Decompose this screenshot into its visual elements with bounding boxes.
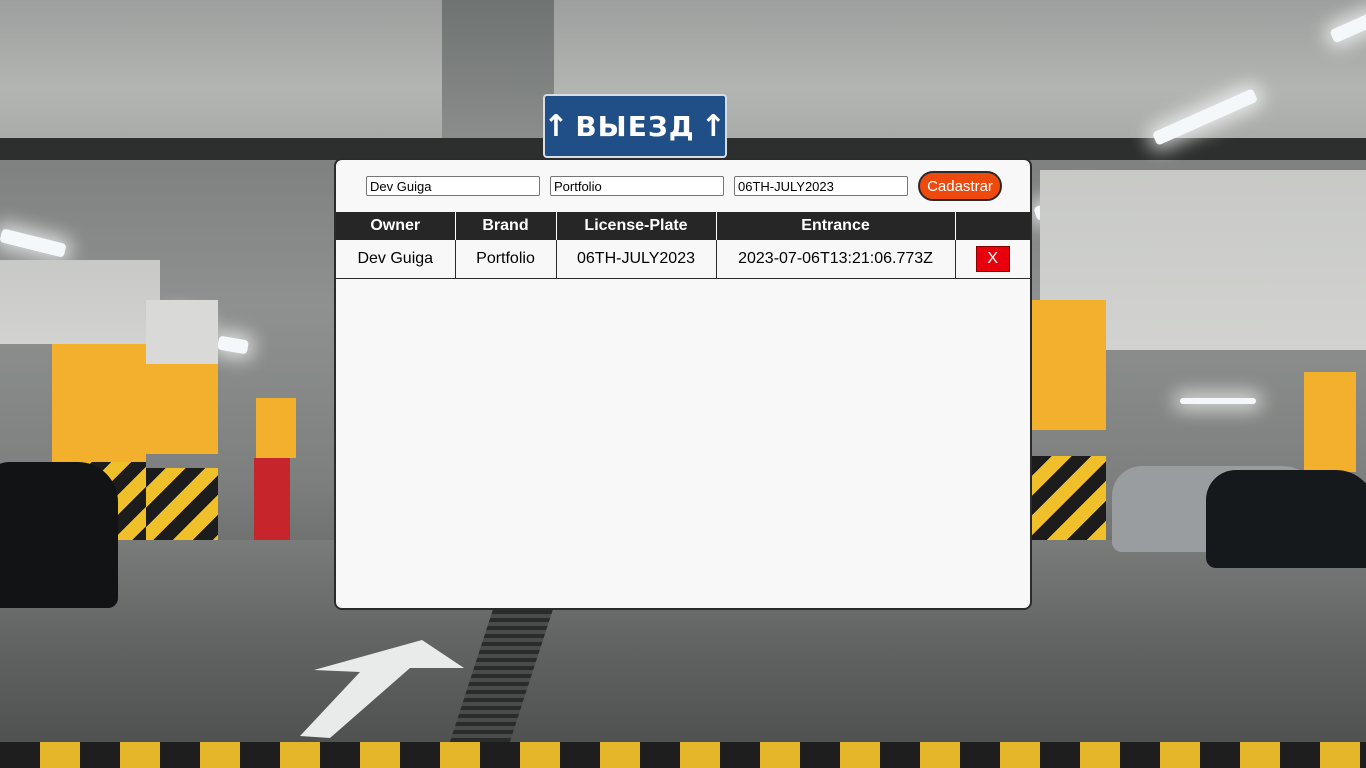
table-row: Dev Guiga Portfolio 06TH-JULY2023 2023-0… <box>336 240 1030 279</box>
ceiling-light <box>1180 398 1256 404</box>
cell-license-plate: 06TH-JULY2023 <box>555 240 716 279</box>
owner-input[interactable] <box>366 176 540 196</box>
header-owner: Owner <box>336 212 455 240</box>
up-arrow-icon: ↑ <box>700 108 727 144</box>
up-arrow-icon: ↑ <box>543 108 570 144</box>
pillar <box>146 300 218 364</box>
pillar <box>256 398 296 458</box>
parking-panel: Cadastrar Owner Brand License-Plate Entr… <box>334 158 1032 610</box>
registration-form: Cadastrar <box>336 160 1030 212</box>
table-header-row: Owner Brand License-Plate Entrance <box>336 212 1030 240</box>
header-brand: Brand <box>454 212 556 240</box>
fire-cabinet <box>254 458 290 544</box>
delete-button[interactable]: X <box>975 246 1010 272</box>
pillar <box>146 364 218 454</box>
exit-sign-text: ВЫЕЗД <box>575 109 695 143</box>
speed-bump <box>0 742 1366 768</box>
brand-input[interactable] <box>550 176 724 196</box>
ceiling-light <box>217 335 249 355</box>
ceiling-light <box>0 228 67 258</box>
pillar <box>1032 300 1106 430</box>
wall <box>0 260 160 344</box>
cadastrar-button[interactable]: Cadastrar <box>918 171 1002 201</box>
cell-entrance: 2023-07-06T13:21:06.773Z <box>715 240 955 279</box>
ceiling-duct <box>442 0 554 140</box>
pillar <box>52 344 146 462</box>
floor-arrow-icon <box>300 640 464 738</box>
cell-brand: Portfolio <box>454 240 556 279</box>
exit-sign: ↑ ВЫЕЗД ↑ <box>543 94 727 158</box>
cell-owner: Dev Guiga <box>336 240 455 279</box>
vehicles-table: Owner Brand License-Plate Entrance Dev G… <box>336 212 1030 279</box>
header-actions <box>954 212 1030 240</box>
parked-car <box>1206 470 1366 568</box>
header-entrance: Entrance <box>715 212 955 240</box>
parked-car <box>0 462 118 608</box>
pillar <box>1304 372 1356 472</box>
header-license-plate: License-Plate <box>555 212 716 240</box>
cell-actions: X <box>954 240 1030 279</box>
license-plate-input[interactable] <box>734 176 908 196</box>
